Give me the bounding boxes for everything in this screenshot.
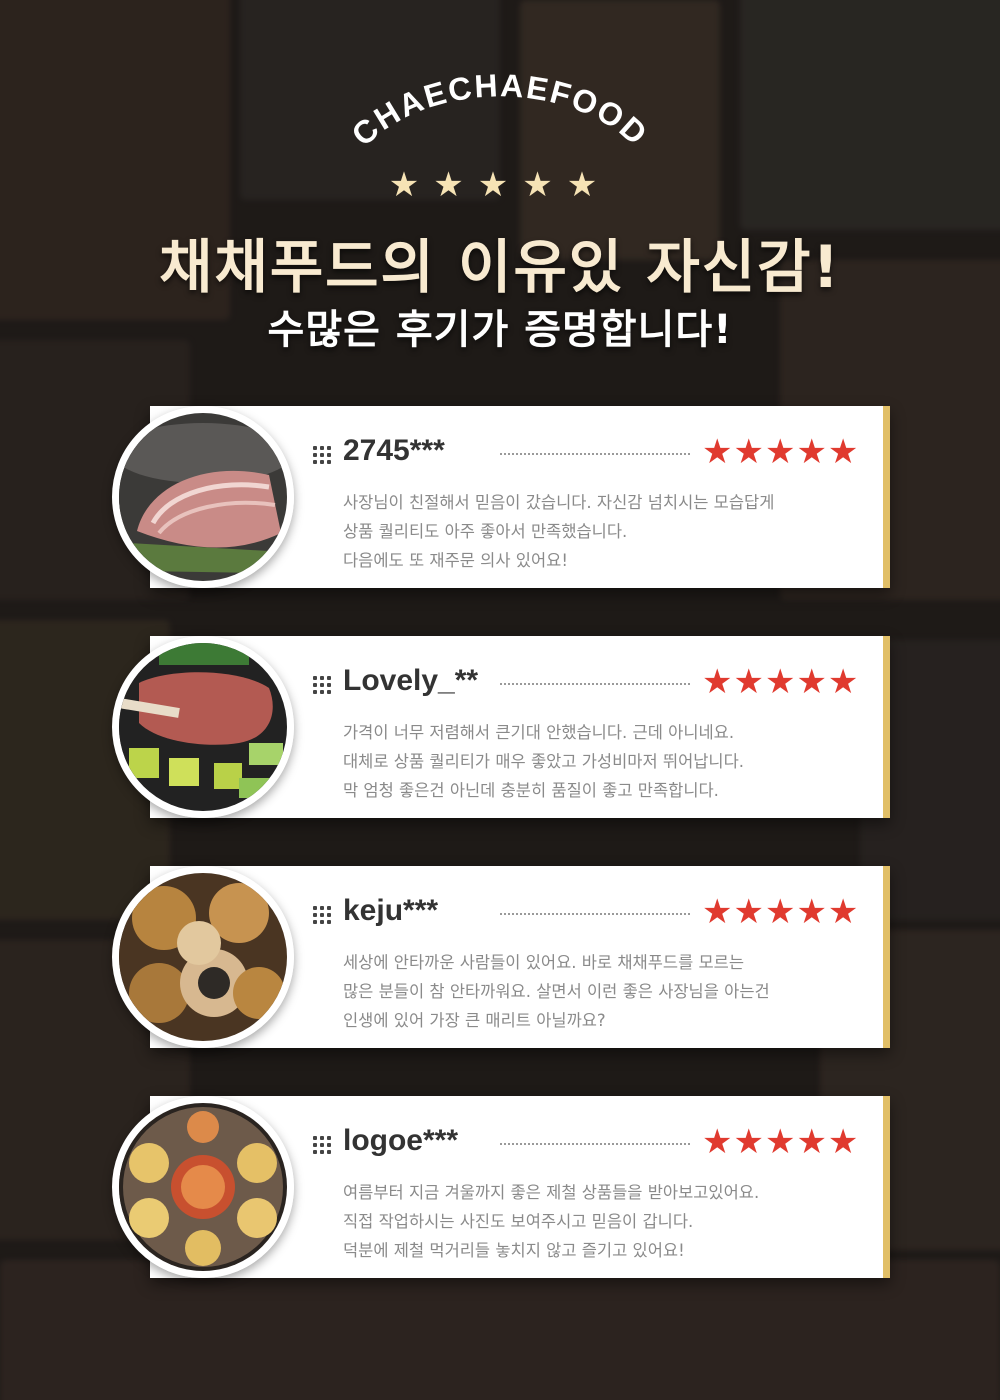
reviewer-name: 2745*** — [343, 434, 445, 467]
review-line: 대체로 상품 퀄리티가 매우 좋았고 가성비마저 뛰어납니다. — [343, 752, 745, 771]
review-line: 다음에도 또 재주문 의사 있어요! — [343, 551, 568, 570]
brand-text: CHAECHAEFOOD — [345, 70, 654, 153]
review-line: 직접 작업하시는 사진도 보여주시고 믿음이 갑니다. — [343, 1212, 694, 1231]
dotted-divider — [500, 453, 690, 455]
review-text: 가격이 너무 저렴해서 큰기대 안했습니다. 근데 아니네요. 대체로 상품 퀄… — [343, 718, 863, 805]
review-line: 덕분에 제철 먹거리들 놓치지 않고 즐기고 있어요! — [343, 1241, 685, 1260]
review-line: 막 엄청 좋은건 아닌데 충분히 품질이 좋고 만족합니다. — [343, 781, 719, 800]
review-line: 가격이 너무 저렴해서 큰기대 안했습니다. 근데 아니네요. — [343, 723, 735, 742]
dotted-divider — [500, 913, 690, 915]
review-line: 사장님이 친절해서 믿음이 갔습니다. 자신감 넘치시는 모습답게 — [343, 493, 775, 512]
review-card: logoe*** ★★★★★ 여름부터 지금 겨울까지 좋은 제철 상품들을 받… — [112, 1096, 890, 1278]
reviewer-name: keju*** — [343, 894, 439, 927]
review-line: 인생에 있어 가장 큰 매리트 아닐까요? — [343, 1011, 606, 1030]
review-line: 많은 분들이 참 안타까워요. 살면서 이런 좋은 사장님을 아는건 — [343, 982, 770, 1001]
star-rating: ★★★★★ — [702, 432, 860, 472]
reviewer-name: Lovely_** — [343, 664, 479, 697]
review-photo-grilled-eel — [112, 866, 294, 1048]
card-accent-bar — [883, 406, 890, 588]
svg-text:CHAECHAEFOOD: CHAECHAEFOOD — [345, 70, 656, 153]
brand-logo: CHAECHAEFOOD — [0, 70, 1000, 170]
drag-handle-icon — [313, 1136, 331, 1154]
review-photo-tuna — [112, 406, 294, 588]
review-text: 사장님이 친절해서 믿음이 갔습니다. 자신감 넘치시는 모습답게 상품 퀄리티… — [343, 488, 863, 575]
headline: 채채푸드의 이유있 자신감! — [159, 233, 841, 301]
star-rating: ★★★★★ — [702, 1122, 860, 1162]
drag-handle-icon — [313, 446, 331, 464]
review-card: keju*** ★★★★★ 세상에 안타까운 사람들이 있어요. 바로 채채푸드… — [112, 866, 890, 1048]
card-accent-bar — [883, 1096, 890, 1278]
review-text: 여름부터 지금 겨울까지 좋은 제철 상품들을 받아보고있어요. 직접 작업하시… — [343, 1178, 863, 1265]
hero-section: CHAECHAEFOOD ★★★★★ 채채푸드의 이유있 자신감! 수많은 후기… — [0, 0, 1000, 400]
drag-handle-icon — [313, 676, 331, 694]
review-card: Lovely_** ★★★★★ 가격이 너무 저렴해서 큰기대 안했습니다. 근… — [112, 636, 890, 818]
star-rating: ★★★★★ — [702, 662, 860, 702]
review-line: 여름부터 지금 겨울까지 좋은 제철 상품들을 받아보고있어요. — [343, 1183, 760, 1202]
review-photo-scallops — [112, 1096, 294, 1278]
drag-handle-icon — [313, 906, 331, 924]
card-accent-bar — [883, 636, 890, 818]
review-photo-steak — [112, 636, 294, 818]
hero-stars: ★★★★★ — [388, 165, 612, 205]
review-line: 상품 퀄리티도 아주 좋아서 만족했습니다. — [343, 522, 628, 541]
subheadline: 수많은 후기가 증명합니다! — [267, 307, 733, 353]
card-accent-bar — [883, 866, 890, 1048]
reviewer-name: logoe*** — [343, 1124, 459, 1157]
review-text: 세상에 안타까운 사람들이 있어요. 바로 채채푸드를 모르는 많은 분들이 참… — [343, 948, 863, 1035]
star-rating: ★★★★★ — [702, 892, 860, 932]
dotted-divider — [500, 683, 690, 685]
review-line: 세상에 안타까운 사람들이 있어요. 바로 채채푸드를 모르는 — [343, 953, 745, 972]
review-card: 2745*** ★★★★★ 사장님이 친절해서 믿음이 갔습니다. 자신감 넘치… — [112, 406, 890, 588]
dotted-divider — [500, 1143, 690, 1145]
